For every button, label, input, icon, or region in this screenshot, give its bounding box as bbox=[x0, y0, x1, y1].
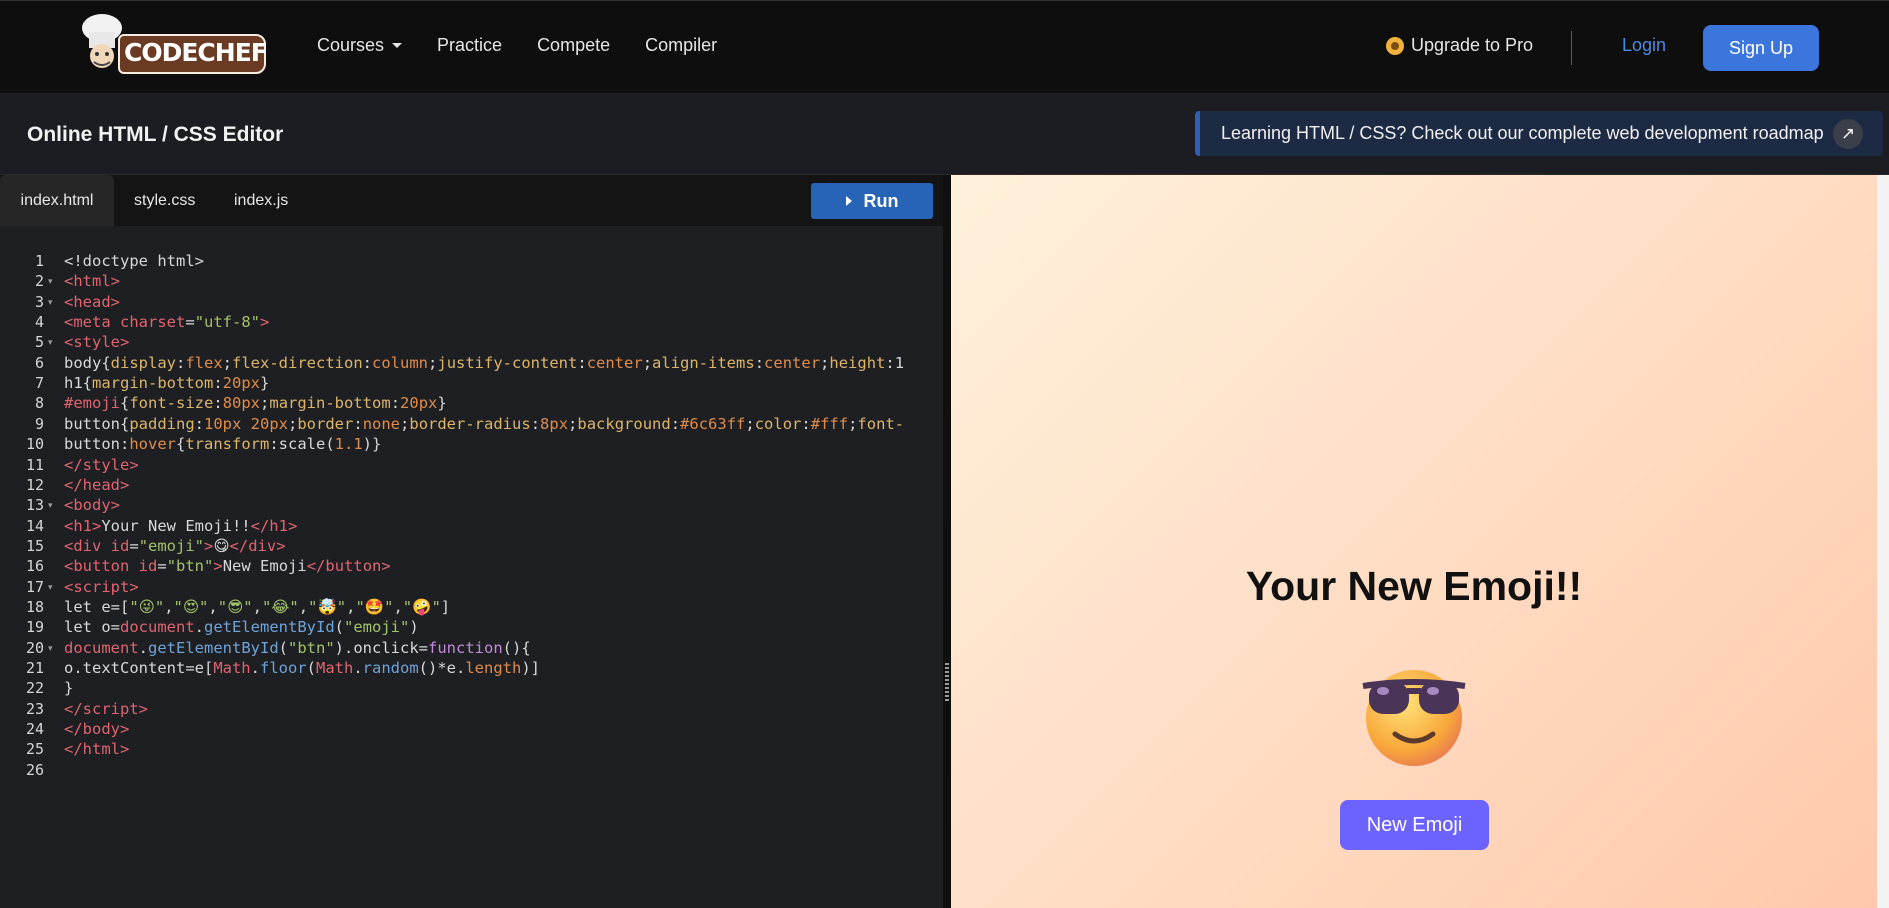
code-line: <div id="emoji">😋</div> bbox=[64, 536, 286, 555]
code-line: </head> bbox=[64, 475, 130, 494]
upgrade-label: Upgrade to Pro bbox=[1411, 35, 1534, 55]
line-number: 22 bbox=[25, 679, 44, 698]
code-line: document.getElementById("btn").onclick=f… bbox=[64, 638, 531, 657]
code-line: h1{margin-bottom:20px} bbox=[64, 374, 270, 393]
fold-toggle-icon[interactable]: ▾ bbox=[48, 297, 53, 308]
line-number: 24 bbox=[25, 720, 44, 739]
line-number: 18 bbox=[25, 597, 44, 616]
run-button[interactable]: Run bbox=[811, 183, 933, 219]
code-editor-panel: index.html style.css index.js Run 123456… bbox=[0, 175, 943, 908]
code-line: } bbox=[64, 679, 74, 698]
page-title: Online HTML / CSS Editor bbox=[27, 123, 284, 146]
tab-index-html[interactable]: index.html bbox=[0, 175, 114, 226]
nav-courses[interactable]: Courses bbox=[317, 35, 403, 56]
code-line: </script> bbox=[64, 699, 148, 718]
smiling-face-with-sunglasses-icon bbox=[1362, 670, 1466, 766]
nav-compiler[interactable]: Compiler bbox=[645, 35, 717, 56]
line-number: 20 bbox=[25, 638, 44, 657]
line-number: 16 bbox=[25, 557, 44, 576]
code-line: let o=document.getElementById("emoji") bbox=[64, 618, 419, 637]
line-number: 7 bbox=[34, 374, 44, 393]
code-line: <script> bbox=[64, 577, 139, 596]
pro-badge-icon bbox=[1386, 36, 1404, 55]
logo-wordmark: CODECHEF bbox=[124, 38, 268, 67]
line-number: 10 bbox=[25, 435, 44, 454]
line-number: 12 bbox=[25, 475, 44, 494]
line-number: 19 bbox=[25, 618, 44, 637]
chevron-down-icon bbox=[392, 43, 403, 48]
banner-text: Learning HTML / CSS? Check out our compl… bbox=[1221, 123, 1824, 143]
roadmap-banner[interactable]: Learning HTML / CSS? Check out our compl… bbox=[1195, 111, 1883, 156]
code-line: <meta charset="utf-8"> bbox=[64, 313, 270, 332]
code-line: body{display:flex;flex-direction:column;… bbox=[64, 353, 905, 372]
fold-toggle-icon[interactable]: ▾ bbox=[48, 500, 53, 511]
code-line: #emoji{font-size:80px;margin-bottom:20px… bbox=[64, 394, 447, 413]
code-line: </body> bbox=[64, 720, 130, 739]
code-line: button{padding:10px 20px;border:none;bor… bbox=[64, 414, 905, 433]
line-number: 25 bbox=[25, 740, 44, 759]
top-nav: CODECHEF Courses Practice Compete Compil… bbox=[0, 0, 1889, 93]
line-number: 15 bbox=[25, 536, 44, 555]
line-number: 5 bbox=[34, 333, 44, 352]
line-number: 23 bbox=[25, 699, 44, 718]
nav-divider bbox=[1571, 31, 1572, 65]
line-number: 17 bbox=[25, 577, 44, 596]
nav-courses-label: Courses bbox=[317, 35, 385, 55]
code-line: <head> bbox=[64, 292, 120, 311]
code-line: let e=["😜","😍","😎","😂","🤯","🤩","🤪"] bbox=[64, 597, 451, 616]
nav-practice[interactable]: Practice bbox=[437, 35, 502, 56]
code-line: <button id="btn">New Emoji</button> bbox=[64, 557, 391, 576]
tab-index-js[interactable]: index.js bbox=[234, 175, 288, 226]
main-menu: Courses Practice Compete Compiler bbox=[317, 35, 752, 56]
fold-toggle-icon[interactable]: ▾ bbox=[48, 643, 53, 654]
code-line: <!doctype html> bbox=[64, 252, 204, 270]
fold-toggle-icon[interactable]: ▾ bbox=[48, 276, 53, 287]
upgrade-to-pro-link[interactable]: Upgrade to Pro bbox=[1386, 35, 1533, 56]
line-number: 21 bbox=[25, 659, 44, 677]
line-number: 6 bbox=[34, 353, 44, 372]
signup-button[interactable]: Sign Up bbox=[1703, 25, 1819, 71]
line-number: 8 bbox=[34, 394, 44, 413]
code-line: o.textContent=e[Math.floor(Math.random()… bbox=[64, 659, 541, 677]
editor-title-bar: Online HTML / CSS Editor Learning HTML /… bbox=[0, 93, 1889, 175]
line-number: 11 bbox=[25, 455, 44, 474]
preview-scrollbar[interactable] bbox=[1877, 175, 1889, 908]
login-link[interactable]: Login bbox=[1622, 35, 1666, 56]
tab-style-css[interactable]: style.css bbox=[134, 175, 195, 226]
play-icon bbox=[845, 196, 852, 206]
line-number: 26 bbox=[25, 760, 44, 779]
code-area[interactable]: <!doctype html> <html> <head> <meta charset… bbox=[59, 226, 943, 908]
line-number: 3 bbox=[34, 292, 44, 311]
file-tabs: index.html style.css index.js Run bbox=[0, 175, 943, 226]
fold-toggle-icon[interactable]: ▾ bbox=[48, 337, 53, 348]
line-number-gutter: 1 2 3 4 5 6 7 8 9 10 11 12 13 14 15 16 17 18 19 20 21 22 23 24 2… bbox=[0, 226, 59, 908]
code-line: button:hover{transform:scale(1.1)} bbox=[64, 435, 382, 454]
line-number: 4 bbox=[34, 313, 44, 332]
code-line: </style> bbox=[64, 455, 139, 474]
code-line: <h1>Your New Emoji!!</h1> bbox=[64, 516, 298, 535]
pane-resize-handle[interactable] bbox=[943, 175, 951, 908]
line-number: 14 bbox=[25, 516, 44, 535]
code-line: <style> bbox=[64, 333, 130, 352]
code-line: </html> bbox=[64, 740, 130, 759]
line-number: 2 bbox=[34, 272, 44, 291]
external-link-arrow-icon[interactable]: ↗ bbox=[1833, 119, 1863, 149]
line-number: 13 bbox=[25, 496, 44, 515]
codechef-logo[interactable]: CODECHEF bbox=[76, 12, 268, 78]
live-preview-panel: Your New Emoji!! New Emoji bbox=[951, 175, 1889, 908]
code-line: <body> bbox=[64, 496, 120, 515]
run-label: Run bbox=[863, 190, 899, 211]
nav-compete[interactable]: Compete bbox=[537, 35, 610, 56]
drag-grip-icon bbox=[945, 663, 949, 703]
line-number: 9 bbox=[34, 414, 44, 433]
preview-heading: Your New Emoji!! bbox=[1245, 563, 1583, 609]
code-line: <html> bbox=[64, 272, 120, 291]
new-emoji-button[interactable]: New Emoji bbox=[1340, 800, 1489, 850]
line-number: 1 bbox=[34, 252, 44, 270]
fold-toggle-icon[interactable]: ▾ bbox=[48, 582, 53, 593]
